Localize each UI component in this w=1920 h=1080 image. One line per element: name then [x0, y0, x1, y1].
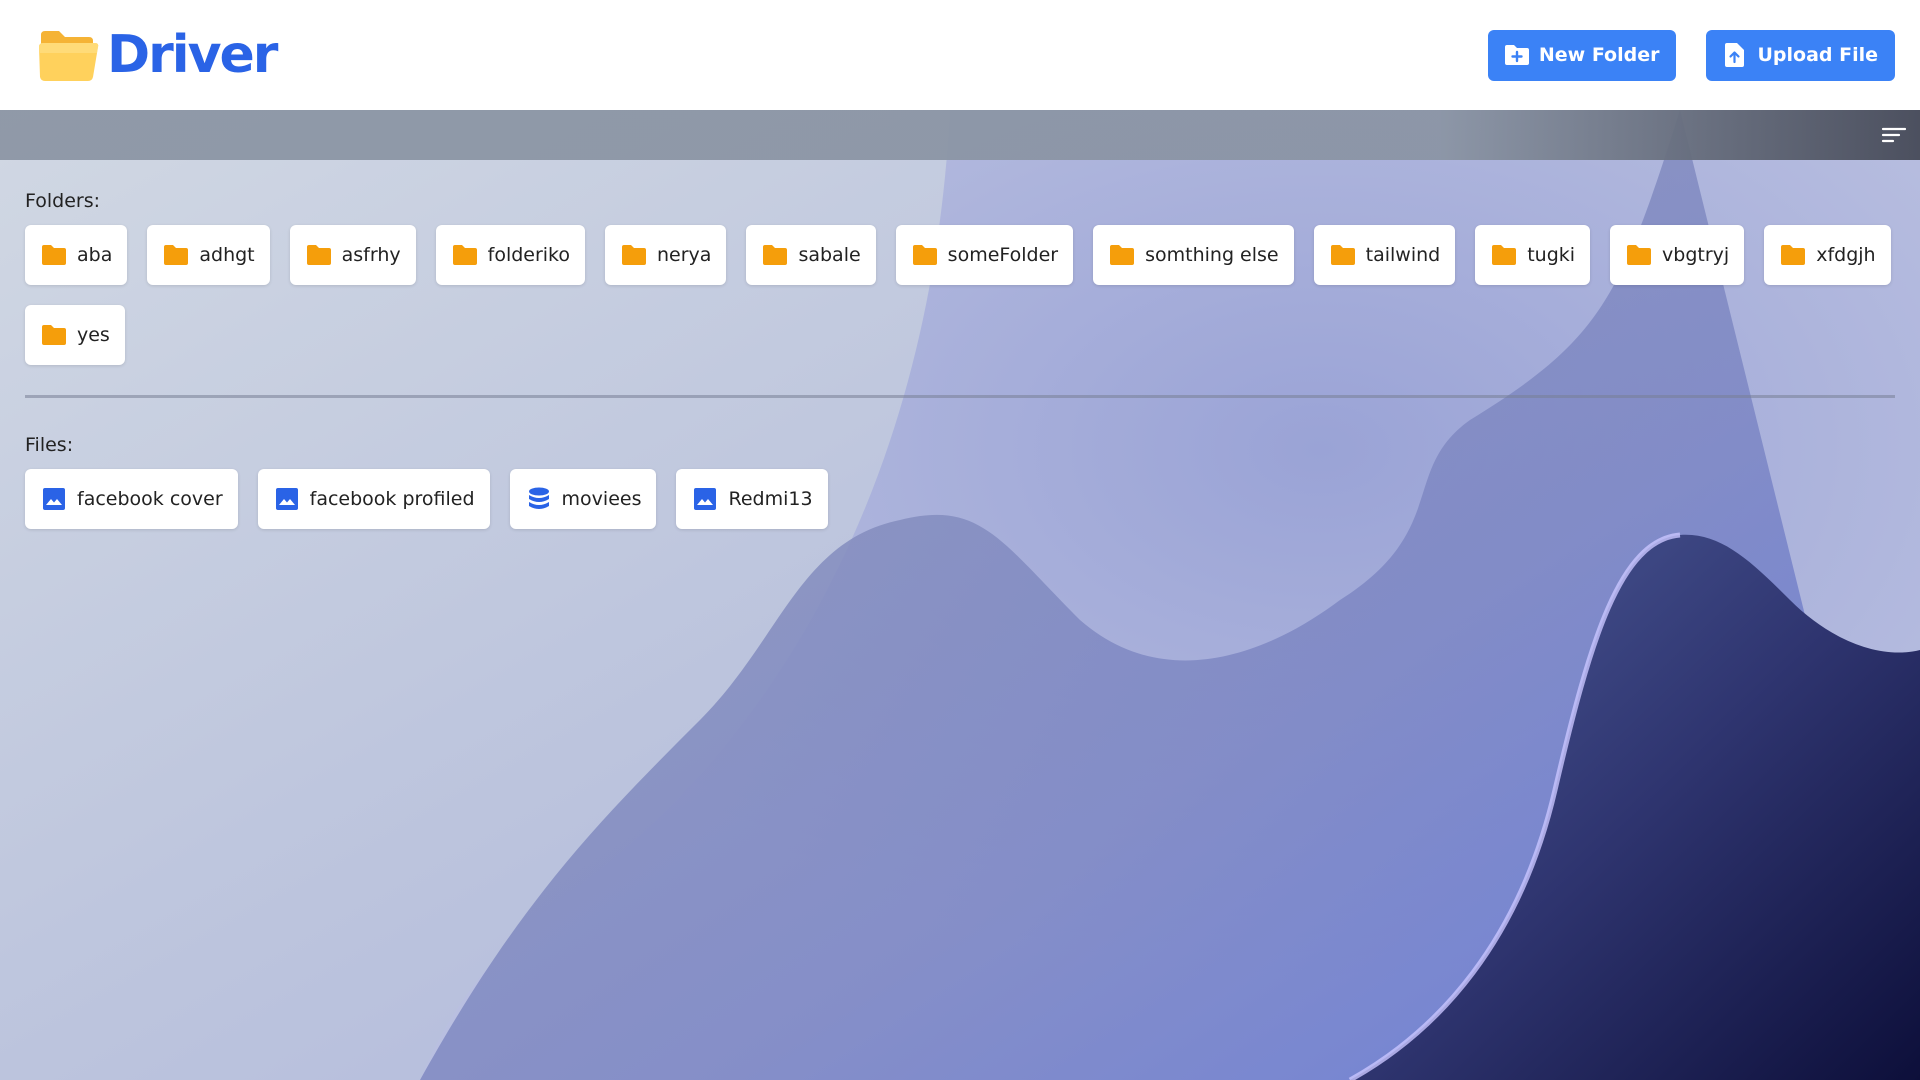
- file-name: facebook profiled: [309, 488, 475, 510]
- folder-card[interactable]: asfrhy: [289, 225, 416, 285]
- folder-icon: [1330, 245, 1355, 265]
- file-name: Redmi13: [728, 488, 813, 510]
- folders-label: Folders:: [25, 190, 101, 212]
- image-icon: [694, 488, 717, 510]
- folder-card[interactable]: folderiko: [435, 225, 586, 285]
- brand[interactable]: Driver: [37, 25, 278, 85]
- folder-name: nerya: [657, 244, 712, 266]
- app-title: Driver: [107, 25, 278, 85]
- new-folder-label: New Folder: [1538, 44, 1660, 66]
- new-folder-button[interactable]: New Folder: [1487, 29, 1677, 81]
- folder-card[interactable]: someFolder: [895, 225, 1074, 285]
- folder-name: sabale: [798, 244, 861, 266]
- folder-icon: [1492, 245, 1517, 265]
- app-header: Driver New Folder Upload File: [0, 0, 1920, 110]
- file-card[interactable]: Redmi13: [676, 469, 828, 529]
- folder-name: adhgt: [199, 244, 255, 266]
- folder-icon: [42, 245, 66, 265]
- folder-icon: [42, 325, 66, 345]
- header-actions: New Folder Upload File: [1487, 29, 1895, 81]
- folder-icon: [306, 245, 331, 265]
- toolbar: [0, 110, 1920, 160]
- upload-file-label: Upload File: [1757, 44, 1878, 66]
- section-divider: [25, 395, 1895, 398]
- folder-name: somthing else: [1145, 244, 1279, 266]
- folder-card[interactable]: adhgt: [147, 225, 270, 285]
- folder-icon: [1781, 245, 1806, 265]
- folder-name: someFolder: [947, 244, 1059, 266]
- folder-name: xfdgjh: [1816, 244, 1876, 266]
- folder-name: folderiko: [487, 244, 571, 266]
- folder-name: asfrhy: [341, 244, 401, 266]
- file-card[interactable]: moviees: [509, 469, 657, 529]
- folder-plus-icon: [1504, 45, 1529, 65]
- file-card[interactable]: facebook cover: [25, 469, 238, 529]
- folder-icon: [164, 245, 189, 265]
- folder-card[interactable]: somthing else: [1093, 225, 1294, 285]
- upload-file-button[interactable]: Upload File: [1706, 29, 1895, 81]
- folder-icon: [622, 245, 647, 265]
- file-upload-icon: [1725, 43, 1745, 67]
- folder-name: aba: [77, 244, 113, 266]
- folder-icon: [452, 245, 477, 265]
- folder-card[interactable]: sabale: [746, 225, 876, 285]
- folder-grid: aba adhgt asfrhy folderiko nerya sabale someFo…: [25, 225, 1895, 365]
- database-icon: [528, 487, 549, 509]
- folder-icon: [1110, 245, 1135, 265]
- folder-name: tugki: [1527, 244, 1576, 266]
- folder-card[interactable]: vbgtryj: [1610, 225, 1745, 285]
- folder-card[interactable]: yes: [25, 305, 125, 365]
- folder-icon: [1627, 245, 1652, 265]
- open-folder-icon: [39, 31, 99, 81]
- image-icon: [275, 488, 298, 510]
- file-card[interactable]: facebook profiled: [257, 469, 490, 529]
- folder-name: tailwind: [1365, 244, 1441, 266]
- folder-icon: [912, 245, 937, 265]
- file-grid: facebook cover facebook profiled moviees Re…: [25, 469, 1895, 529]
- folder-card[interactable]: xfdgjh: [1764, 225, 1891, 285]
- background-art: [0, 0, 1920, 1080]
- files-label: Files:: [25, 434, 74, 456]
- image-icon: [43, 488, 65, 510]
- folder-card[interactable]: aba: [25, 225, 128, 285]
- sort-lines-icon[interactable]: [1881, 123, 1907, 147]
- folder-card[interactable]: tugki: [1475, 225, 1591, 285]
- file-name: moviees: [561, 488, 642, 510]
- folder-name: yes: [77, 324, 110, 346]
- folder-card[interactable]: tailwind: [1313, 225, 1456, 285]
- folder-name: vbgtryj: [1662, 244, 1730, 266]
- folder-icon: [763, 245, 788, 265]
- file-name: facebook cover: [77, 488, 223, 510]
- folder-card[interactable]: nerya: [605, 225, 727, 285]
